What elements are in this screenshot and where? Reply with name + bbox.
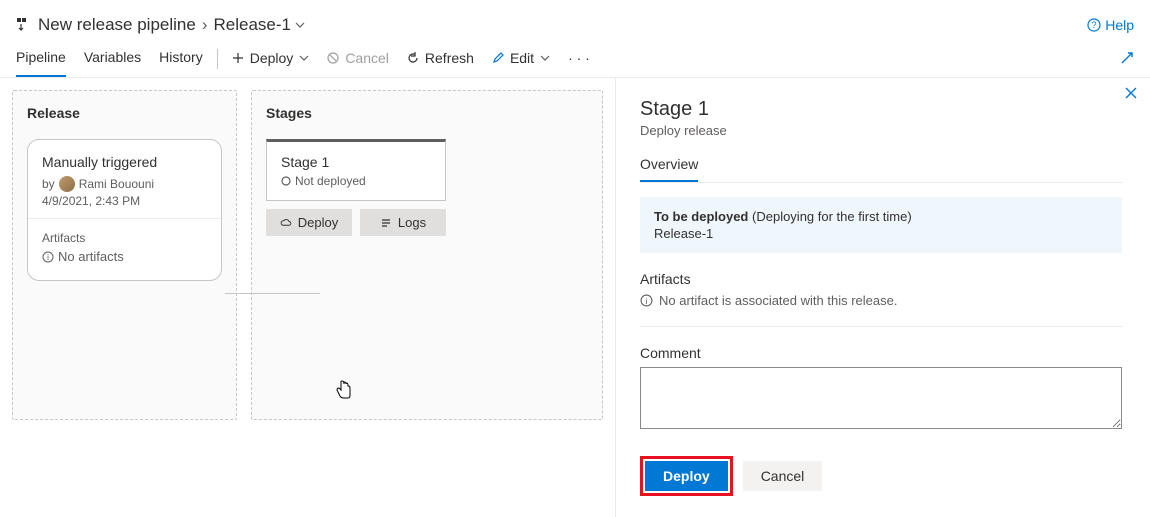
breadcrumb: New release pipeline › Release-1 [16,15,305,35]
refresh-toolbar-button[interactable]: Refresh [407,50,482,76]
artifacts-section-header: Artifacts [640,271,1122,287]
artifacts-value: No artifacts [58,249,124,264]
status-circle-icon [281,176,291,186]
close-panel-button[interactable] [1124,86,1138,100]
comment-input[interactable] [640,367,1122,429]
by-prefix: by [42,177,55,191]
info-icon: i [42,251,54,263]
stage-name: Stage 1 [281,154,431,170]
breadcrumb-parent[interactable]: New release pipeline [38,15,196,35]
stage-logs-button[interactable]: Logs [360,209,446,236]
stages-group-title: Stages [266,105,588,121]
release-author: Rami Bououni [79,177,154,191]
toolbar-separator [217,49,218,69]
panel-title: Stage 1 [640,98,1122,121]
deploy-toolbar-button[interactable]: Deploy [232,50,318,76]
comment-label: Comment [640,345,1122,361]
svg-text:?: ? [1092,20,1097,30]
deploy-side-panel: Stage 1 Deploy release Overview To be de… [615,78,1150,517]
cloud-icon [280,217,292,229]
chevron-down-icon [299,53,309,63]
edit-toolbar-label: Edit [510,50,534,66]
breadcrumb-current-label: Release-1 [214,15,292,35]
cancel-toolbar-label: Cancel [345,50,389,66]
chevron-down-icon [540,53,550,63]
deploy-toolbar-label: Deploy [250,50,294,66]
banner-status: To be deployed [654,209,748,224]
artifacts-label: Artifacts [42,231,207,245]
cancel-toolbar-button: Cancel [327,50,397,76]
help-icon: ? [1087,18,1101,32]
release-trigger: Manually triggered [42,154,207,170]
logs-icon [380,217,392,229]
breadcrumb-current[interactable]: Release-1 [214,15,306,35]
artifacts-none-text: No artifact is associated with this rele… [659,293,897,308]
close-icon [1124,86,1138,100]
refresh-toolbar-label: Refresh [425,50,474,66]
chevron-down-icon [295,20,305,30]
section-divider [640,326,1122,327]
stage-deploy-button[interactable]: Deploy [266,209,352,236]
refresh-icon [407,52,419,64]
highlight-annotation: Deploy [640,456,733,496]
stage-status-label: Not deployed [295,174,366,188]
cancel-button[interactable]: Cancel [743,461,823,491]
more-actions-button[interactable]: · · · [568,50,590,76]
stage-deploy-label: Deploy [298,215,338,230]
avatar [59,176,75,192]
cancel-icon [327,52,339,64]
release-group: Release Manually triggered by Rami Bouou… [12,90,237,420]
release-group-title: Release [27,105,222,121]
stages-group: Stages Stage 1 Not deployed Deploy Logs [251,90,603,420]
banner-detail: (Deploying for the first time) [752,209,912,224]
edit-toolbar-button[interactable]: Edit [492,50,558,76]
stage-logs-label: Logs [398,215,426,230]
breadcrumb-separator: › [202,15,208,35]
svg-text:i: i [646,296,648,306]
info-icon: i [640,294,653,307]
banner-release: Release-1 [654,226,1108,241]
connector-line [225,293,320,294]
pipeline-icon [16,17,32,33]
tab-variables[interactable]: Variables [84,49,141,77]
help-link[interactable]: ? Help [1087,17,1134,33]
tab-pipeline[interactable]: Pipeline [16,49,66,77]
pencil-icon [492,52,504,64]
tab-history[interactable]: History [159,49,203,77]
release-card[interactable]: Manually triggered by Rami Bououni 4/9/2… [27,139,222,281]
expand-icon[interactable] [1120,51,1134,75]
plus-icon [232,52,244,64]
deploy-banner: To be deployed (Deploying for the first … [640,197,1122,253]
help-label: Help [1105,17,1134,33]
tab-overview[interactable]: Overview [640,156,698,182]
stage-card[interactable]: Stage 1 Not deployed [266,139,446,201]
deploy-button[interactable]: Deploy [645,461,728,491]
panel-subtitle: Deploy release [640,123,1122,138]
svg-text:i: i [47,253,49,262]
release-date: 4/9/2021, 2:43 PM [42,194,207,208]
